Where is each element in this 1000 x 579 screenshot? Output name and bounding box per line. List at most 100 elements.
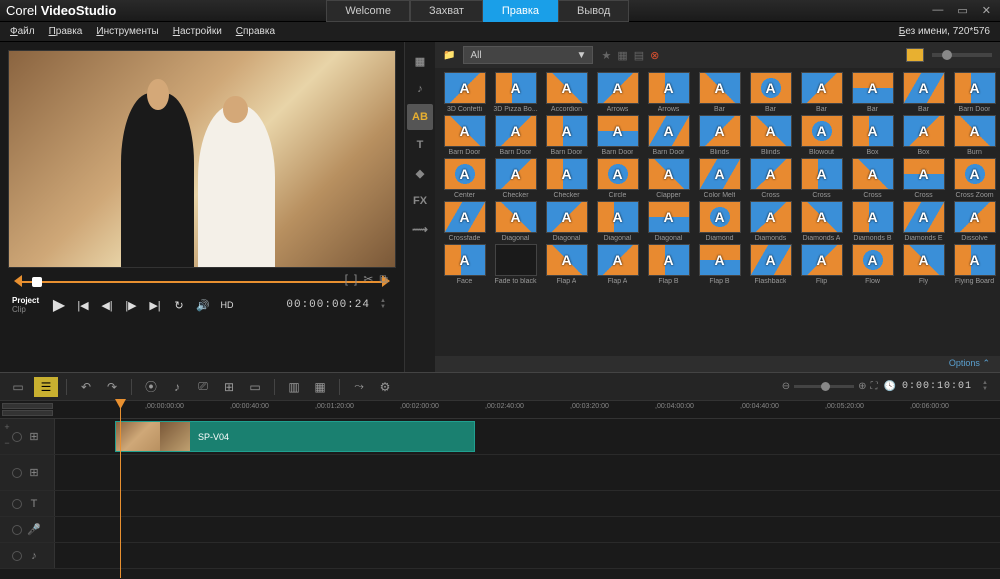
transition-item[interactable]: Barn Door (441, 115, 488, 156)
main-tab-вывод[interactable]: Вывод (558, 0, 629, 22)
transition-item[interactable]: Diagonal (594, 201, 641, 242)
eye-icon[interactable] (12, 525, 22, 535)
scrub-playhead[interactable] (32, 277, 42, 287)
transition-item[interactable]: Diamonds A (798, 201, 845, 242)
volume-button[interactable]: 🔊 (194, 296, 212, 314)
transition-item[interactable]: Blinds (696, 115, 743, 156)
library-tab-graphic[interactable]: ◆ (407, 160, 433, 186)
menu-edit[interactable]: Правка (49, 26, 83, 37)
transition-item[interactable]: Accordion (543, 72, 590, 113)
mark-out-button[interactable]: ] (354, 272, 357, 287)
title-track-header[interactable]: T (0, 491, 55, 516)
minimize-button[interactable]: — (929, 4, 946, 17)
timeline-timecode-stepper[interactable]: ▲▼ (982, 380, 994, 394)
overlay-track-1-content[interactable] (55, 455, 1000, 490)
transition-item[interactable]: Box (849, 115, 896, 156)
transition-item[interactable]: Flow (849, 244, 896, 285)
transition-item[interactable]: Diagonal (543, 201, 590, 242)
transition-item[interactable]: Clapper (645, 158, 692, 199)
transition-item[interactable]: Cross (900, 158, 947, 199)
main-tab-захват[interactable]: Захват (410, 0, 483, 22)
transition-item[interactable]: Barn Door (645, 115, 692, 156)
library-tab-title[interactable]: T (407, 132, 433, 158)
voice-track-header[interactable]: 🎤 (0, 517, 55, 542)
transition-item[interactable]: Fly (900, 244, 947, 285)
fit-button[interactable]: ⛶ (871, 381, 878, 392)
go-start-button[interactable]: |◀ (74, 296, 92, 314)
timeline-playhead[interactable] (120, 401, 121, 578)
transition-item[interactable]: Blinds (747, 115, 794, 156)
timecode-display[interactable]: 00:00:00:24 (286, 299, 370, 311)
transition-item[interactable]: Flying Board (951, 244, 998, 285)
timeline-timecode[interactable]: 0:00:10:01 (902, 381, 972, 392)
main-tab-правка[interactable]: Правка (483, 0, 558, 22)
transition-item[interactable]: Cross Zoom (951, 158, 998, 199)
tool-b-button[interactable]: ▭ (244, 377, 266, 397)
transition-item[interactable]: Bar (849, 72, 896, 113)
main-tab-welcome[interactable]: Welcome (326, 0, 410, 22)
timeline-zoom-slider[interactable] (794, 385, 854, 388)
transition-item[interactable]: Cross (747, 158, 794, 199)
transition-item[interactable]: Barn Door (594, 115, 641, 156)
view-mode-toggle[interactable] (906, 48, 924, 62)
redo-button[interactable]: ↷ (101, 377, 123, 397)
transition-item[interactable]: Barn Door (951, 72, 998, 113)
transition-item[interactable]: Bar (798, 72, 845, 113)
transition-item[interactable]: Flip (798, 244, 845, 285)
library-tab-media[interactable]: ▦ (407, 48, 433, 74)
transition-item[interactable]: Flap B (645, 244, 692, 285)
transition-item[interactable]: Center (441, 158, 488, 199)
transition-item[interactable]: Blowout (798, 115, 845, 156)
title-track-content[interactable] (55, 491, 1000, 516)
transition-item[interactable]: 3D Pizza Bo... (492, 72, 539, 113)
transition-item[interactable]: Diamond (696, 201, 743, 242)
transition-item[interactable]: Cross (849, 158, 896, 199)
lib-tool-2-icon[interactable]: ▤ (634, 49, 644, 62)
mark-in-handle[interactable] (14, 275, 22, 287)
timeline-mode-button[interactable]: ☰ (34, 377, 58, 397)
music-track-content[interactable] (55, 543, 1000, 568)
preview-viewport[interactable] (8, 50, 396, 268)
transition-item[interactable]: Face (441, 244, 488, 285)
library-tab-sound[interactable]: ♪ (407, 76, 433, 102)
tool-a-button[interactable]: ⊞ (218, 377, 240, 397)
hd-toggle[interactable]: HD (218, 296, 236, 314)
eye-icon[interactable] (12, 551, 22, 561)
motion-button[interactable]: ⤳ (348, 377, 370, 397)
transition-item[interactable]: Diamonds (747, 201, 794, 242)
folder-icon[interactable]: 📁 (443, 50, 455, 61)
eye-icon[interactable] (12, 499, 22, 509)
add-track-button[interactable]: + (0, 419, 14, 435)
timecode-stepper[interactable]: ▲▼ (380, 298, 392, 312)
library-tab-path[interactable]: ⟿ (407, 216, 433, 242)
loop-button[interactable]: ↻ (170, 296, 188, 314)
library-tab-transitions[interactable]: AB (407, 104, 433, 130)
storyboard-mode-button[interactable]: ▭ (6, 377, 30, 397)
library-tab-fx[interactable]: FX (407, 188, 433, 214)
video-clip[interactable]: SP-V04 (115, 421, 475, 452)
transition-item[interactable]: Flashback (747, 244, 794, 285)
close-button[interactable]: ✕ (979, 4, 994, 17)
menu-help[interactable]: Справка (236, 26, 275, 37)
multitrim-button[interactable]: ▥ (283, 377, 305, 397)
undo-button[interactable]: ↶ (75, 377, 97, 397)
prev-frame-button[interactable]: ◀| (98, 296, 116, 314)
transition-item[interactable]: Arrows (645, 72, 692, 113)
transition-item[interactable]: Diagonal (645, 201, 692, 242)
settings-button[interactable]: ⚙ (374, 377, 396, 397)
transition-item[interactable]: Box (900, 115, 947, 156)
eye-icon[interactable] (12, 468, 22, 478)
timeline-ruler[interactable]: ,00:00:00:00,00:00:40:00,00:01:20:00,00:… (0, 401, 1000, 419)
remove-track-button[interactable]: − (0, 435, 14, 451)
transition-item[interactable]: Checker (492, 158, 539, 199)
overlay-track-1-header[interactable]: ⊞ (0, 455, 55, 490)
transition-item[interactable]: Burn (951, 115, 998, 156)
audio-tool-button[interactable]: ♪ (166, 377, 188, 397)
transition-item[interactable]: Dissolve (951, 201, 998, 242)
play-button[interactable]: ▶ (50, 296, 68, 314)
mode-clip[interactable]: Clip (12, 305, 40, 314)
transition-item[interactable]: Flap A (543, 244, 590, 285)
transition-item[interactable]: Flap A (594, 244, 641, 285)
transition-item[interactable]: Crossfade (441, 201, 488, 242)
track-manager-button[interactable]: ▦ (309, 377, 331, 397)
